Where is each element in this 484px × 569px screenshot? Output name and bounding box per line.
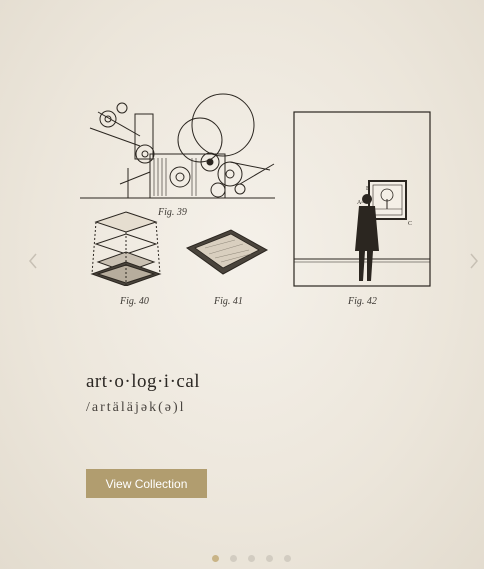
pagination-dot-4[interactable] xyxy=(266,555,273,562)
pagination-dot-5[interactable] xyxy=(284,555,291,562)
chevron-left-icon xyxy=(29,253,37,269)
figure-caption-40: Fig. 40 xyxy=(120,296,149,307)
figure-caption-42: Fig. 42 xyxy=(348,296,377,307)
entry-pronunciation: /artäläjək(ə)l xyxy=(86,400,186,415)
gallery-viewer-illustration: B A C xyxy=(293,111,431,287)
figure-caption-41: Fig. 41 xyxy=(214,296,243,307)
pagination-dots xyxy=(212,555,291,562)
svg-text:C: C xyxy=(408,221,412,227)
next-slide-button[interactable] xyxy=(467,252,481,274)
chevron-right-icon xyxy=(470,253,478,269)
pagination-dot-1[interactable] xyxy=(212,555,219,562)
machine-illustration xyxy=(80,93,275,199)
pagination-dot-2[interactable] xyxy=(230,555,237,562)
entry-word: art·o·log·i·cal xyxy=(86,371,201,392)
pagination-dot-3[interactable] xyxy=(248,555,255,562)
previous-slide-button[interactable] xyxy=(26,252,40,274)
exploded-box-illustration xyxy=(90,211,162,286)
framed-tray-illustration xyxy=(185,229,269,275)
view-collection-button[interactable]: View Collection xyxy=(86,469,207,498)
svg-text:A: A xyxy=(357,200,362,206)
svg-text:B: B xyxy=(366,186,370,192)
